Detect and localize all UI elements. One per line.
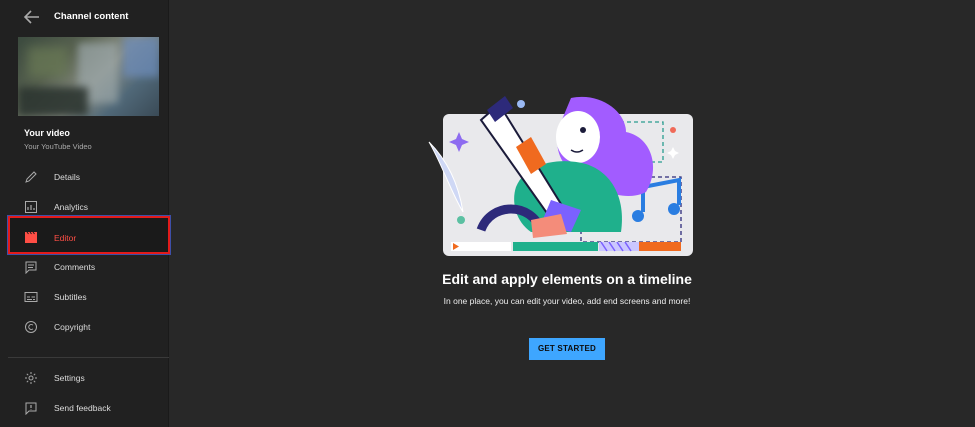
gear-icon [25,372,37,384]
video-subtitle: Your YouTube Video [24,142,92,151]
get-started-button[interactable]: GET STARTED [529,338,605,360]
page-description: In one place, you can edit your video, a… [443,296,691,306]
sidebar-divider [8,357,169,358]
sidebar-item-send-feedback[interactable]: Send feedback [0,393,169,423]
copyright-icon [25,321,37,333]
clapperboard-icon [25,231,37,243]
sidebar-item-label: Analytics [54,202,89,212]
video-thumbnail[interactable] [18,37,159,116]
sidebar-item-editor[interactable]: Editor [7,215,171,255]
sidebar-item-copyright[interactable]: Copyright [0,312,169,342]
sidebar-item-label: Editor [54,233,77,243]
feedback-icon [25,402,37,415]
sidebar: Channel content Your video Your YouTube … [0,0,171,427]
editor-illustration [428,96,693,256]
page-headline: Edit and apply elements on a timeline [442,271,692,287]
analytics-icon [25,201,37,213]
sidebar-item-settings[interactable]: Settings [0,363,169,393]
sidebar-title: Channel content [54,11,129,22]
pencil-icon [25,171,37,183]
video-title: Your video [24,128,70,138]
sidebar-item-label: Copyright [54,322,91,332]
sidebar-item-details[interactable]: Details [0,162,169,192]
back-arrow-icon[interactable] [22,8,42,26]
sidebar-item-label: Details [54,172,80,182]
sidebar-item-label: Settings [54,373,85,383]
sidebar-header: Channel content [0,0,169,34]
sidebar-item-label: Send feedback [54,403,111,413]
